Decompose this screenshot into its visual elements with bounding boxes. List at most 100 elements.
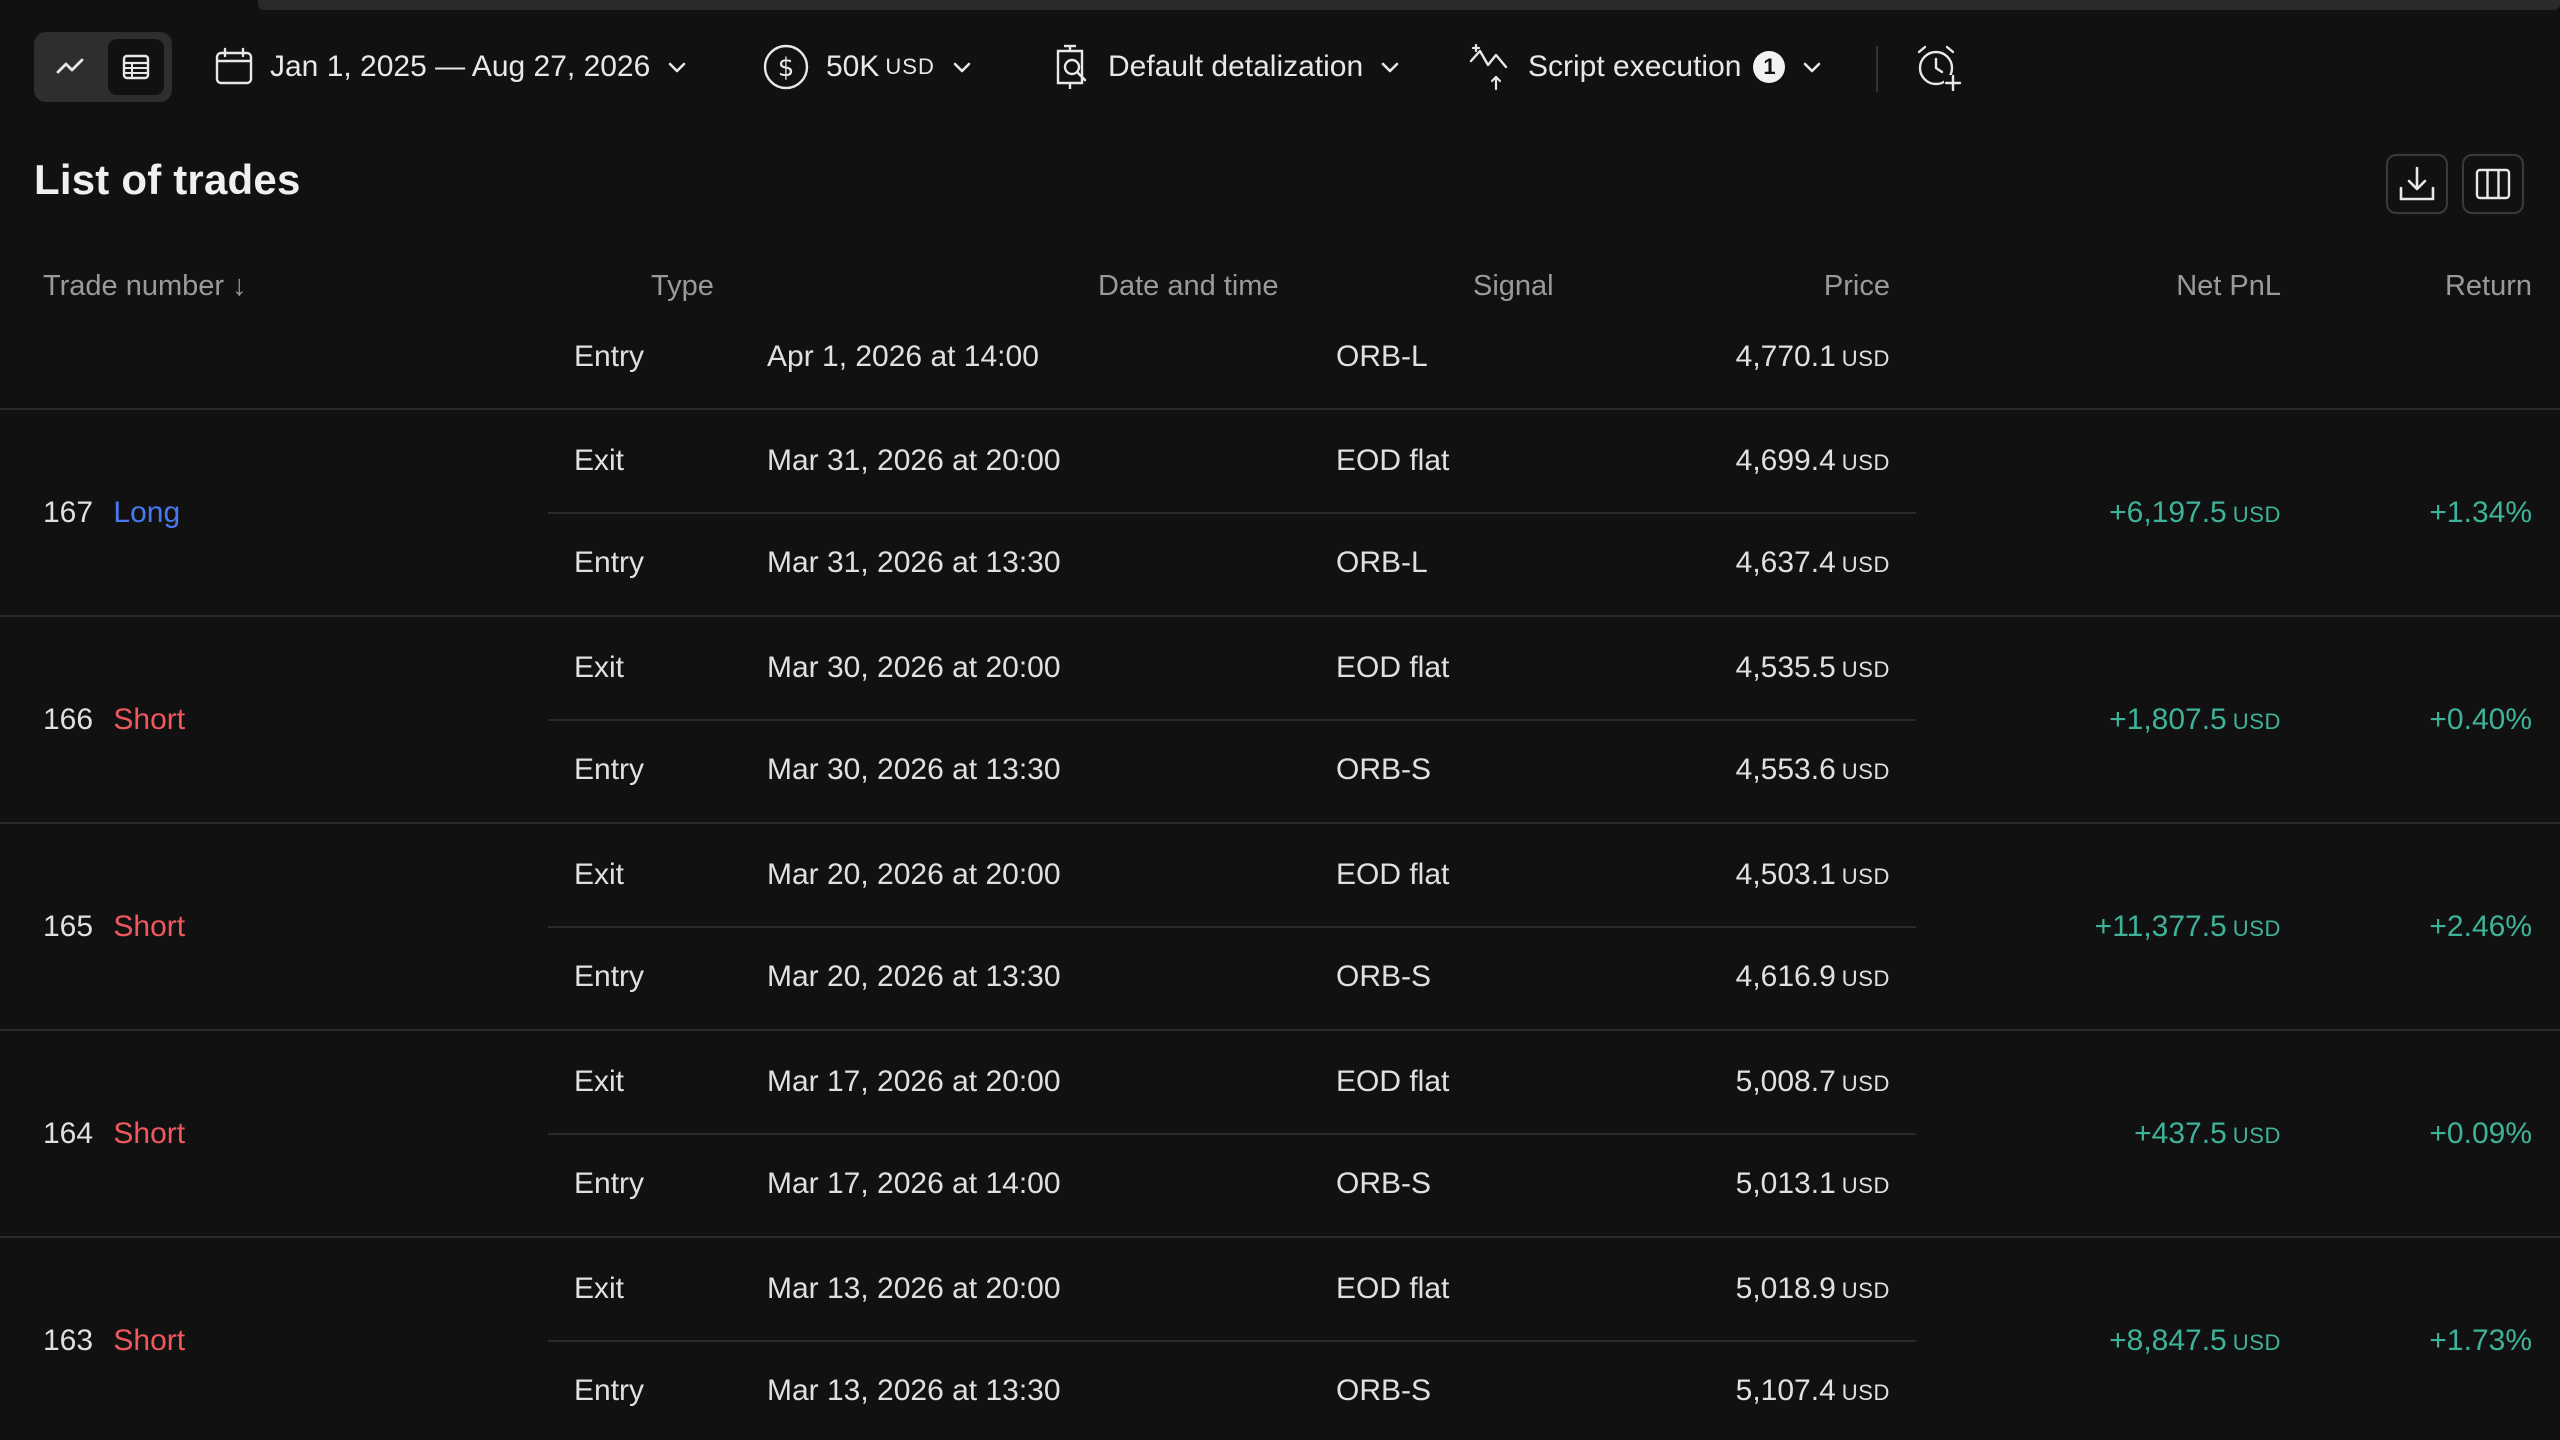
price-value: 4,535.5 (1735, 651, 1836, 684)
exit-type: Exit (574, 1065, 625, 1098)
return-value: +1.73% (2429, 1324, 2532, 1357)
trade-side: Short (113, 910, 186, 943)
return-value: +0.09% (2429, 1117, 2532, 1150)
price-value: 5,018.9 (1735, 1272, 1836, 1305)
exit-date: Mar 30, 2026 at 20:00 (767, 651, 1061, 684)
entry-price: 5,013.1 USD (1736, 1167, 1890, 1201)
net-pnl-value: +11,377.5 (2094, 910, 2227, 943)
price-unit: USD (1841, 864, 1890, 889)
toolbar: Jan 1, 2025 — Aug 27, 2026 $ 50K USD Def… (0, 28, 2560, 106)
net-pnl-unit: USD (2232, 916, 2281, 941)
return-value: +1.34% (2429, 496, 2532, 529)
price-unit: USD (1841, 1278, 1890, 1303)
exit-price: 4,535.5 USD (1736, 651, 1890, 685)
entry-signal: ORB-S (1336, 1167, 1432, 1200)
header-net-pnl[interactable]: Net PnL (2176, 270, 2281, 303)
trade-number: 166 (43, 703, 94, 736)
net-pnl-value: +1,807.5 (2109, 703, 2227, 736)
trade-side: Short (113, 703, 186, 736)
entry-price: 4,616.9 USD (1736, 960, 1890, 994)
exit-type: Exit (574, 444, 625, 477)
header-date-time[interactable]: Date and time (1098, 270, 1279, 303)
exit-date: Mar 20, 2026 at 20:00 (767, 858, 1061, 891)
row-divider (0, 1029, 2560, 1031)
net-pnl-value: +437.5 (2134, 1117, 2227, 1150)
chevron-down-icon (953, 62, 971, 73)
top-scroll-thumb[interactable] (258, 0, 2560, 10)
chevron-down-icon (1804, 62, 1821, 73)
detalization-icon (1056, 44, 1087, 89)
price-unit: USD (1841, 1071, 1890, 1096)
add-alert-button[interactable] (1914, 28, 1962, 106)
inner-row-divider (548, 719, 1916, 721)
net-pnl: +11,377.5 USD (2095, 910, 2281, 944)
exit-price: 5,008.7 USD (1736, 1065, 1890, 1099)
net-pnl: +6,197.5 USD (2109, 496, 2281, 530)
price-unit: USD (1841, 1380, 1890, 1405)
table-view-button[interactable] (108, 39, 164, 95)
inner-row-divider (548, 1340, 1916, 1342)
price-unit: USD (1841, 346, 1890, 371)
price-value: 4,553.6 (1735, 753, 1836, 786)
entry-type: Entry (574, 546, 645, 579)
partial-row-date: Apr 1, 2026 at 14:00 (767, 340, 1039, 373)
capital-dropdown[interactable]: $ 50K USD (762, 28, 973, 106)
entry-price: 5,107.4 USD (1736, 1374, 1890, 1408)
inner-row-divider (548, 926, 1916, 928)
price-value: 4,770.1 (1735, 340, 1836, 373)
chart-view-button[interactable] (42, 39, 98, 95)
net-pnl-value: +8,847.5 (2109, 1324, 2227, 1357)
net-pnl-unit: USD (2232, 502, 2281, 527)
net-pnl: +8,847.5 USD (2109, 1324, 2281, 1358)
partial-row-signal: ORB-L (1336, 340, 1428, 373)
return-value: +0.40% (2429, 703, 2532, 736)
entry-date: Mar 13, 2026 at 13:30 (767, 1374, 1061, 1407)
script-execution-icon (1469, 43, 1508, 91)
table-icon (122, 54, 150, 80)
net-pnl: +437.5 USD (2134, 1117, 2281, 1151)
header-type[interactable]: Type (651, 270, 714, 303)
capital-value: 50K (826, 50, 880, 83)
price-unit: USD (1841, 759, 1890, 784)
exit-type: Exit (574, 651, 625, 684)
row-divider (0, 1236, 2560, 1238)
price-value: 4,637.4 (1735, 546, 1836, 579)
dollar-circle-icon: $ (763, 44, 809, 90)
header-signal[interactable]: Signal (1473, 270, 1554, 303)
detalization-dropdown[interactable]: Default detalization (1052, 28, 1401, 106)
entry-type: Entry (574, 960, 645, 993)
trade-number: 165 (43, 910, 94, 943)
columns-settings-button[interactable] (2462, 154, 2524, 214)
header-trade-number[interactable]: Trade number ↓ (43, 270, 247, 303)
price-unit: USD (1841, 552, 1890, 577)
entry-date: Mar 31, 2026 at 13:30 (767, 546, 1061, 579)
script-execution-label: Script execution (1528, 50, 1742, 83)
entry-date: Mar 20, 2026 at 13:30 (767, 960, 1061, 993)
exit-price: 5,018.9 USD (1736, 1272, 1890, 1306)
inner-row-divider (548, 512, 1916, 514)
price-value: 4,616.9 (1735, 960, 1836, 993)
page-title: List of trades (34, 156, 301, 203)
exit-type: Exit (574, 858, 625, 891)
app-root: Jan 1, 2025 — Aug 27, 2026 $ 50K USD Def… (0, 0, 2560, 1440)
toolbar-divider (1876, 46, 1878, 92)
exit-price: 4,503.1 USD (1736, 858, 1890, 892)
entry-type: Entry (574, 1374, 645, 1407)
price-value: 5,013.1 (1735, 1167, 1836, 1200)
price-value: 4,503.1 (1735, 858, 1836, 891)
columns-icon (2475, 168, 2511, 200)
price-unit: USD (1841, 966, 1890, 991)
exit-signal: EOD flat (1336, 1065, 1450, 1098)
header-return[interactable]: Return (2445, 270, 2532, 303)
script-execution-dropdown[interactable]: Script execution 1 (1468, 28, 1823, 106)
net-pnl: +1,807.5 USD (2109, 703, 2281, 737)
inner-row-divider (548, 1133, 1916, 1135)
detalization-label: Default detalization (1108, 50, 1364, 83)
trade-number: 163 (43, 1324, 94, 1357)
header-price[interactable]: Price (1824, 270, 1890, 303)
date-range-label: Jan 1, 2025 — Aug 27, 2026 (270, 50, 651, 83)
export-button[interactable] (2386, 154, 2448, 214)
exit-signal: EOD flat (1336, 651, 1450, 684)
date-range-dropdown[interactable]: Jan 1, 2025 — Aug 27, 2026 (214, 28, 688, 106)
exit-signal: EOD flat (1336, 1272, 1450, 1305)
